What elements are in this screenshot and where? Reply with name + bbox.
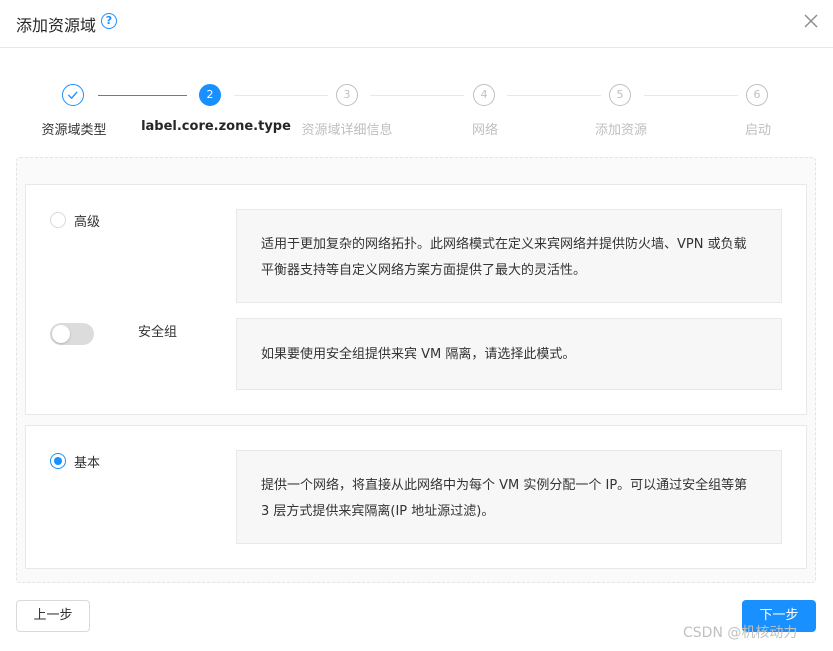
step-1-check-icon	[62, 84, 84, 106]
security-group-description-text: 如果要使用安全组提供来宾 VM 隔离，请选择此模式。	[261, 347, 576, 362]
step-2-label: label.core.zone.type	[141, 119, 291, 134]
dialog-title: 添加资源域	[16, 16, 97, 35]
advanced-description: 适用于更加复杂的网络拓扑。此网络模式在定义来宾网络并提供防火墙、VPN 或负载平…	[236, 209, 782, 303]
advanced-radio[interactable]	[50, 212, 66, 228]
advanced-label[interactable]: 高级	[74, 211, 100, 230]
step-connector	[644, 95, 738, 96]
previous-button[interactable]: 上一步	[16, 600, 90, 632]
security-group-description: 如果要使用安全组提供来宾 VM 隔离，请选择此模式。	[236, 318, 782, 390]
dialog-header: 添加资源域 ?	[0, 0, 833, 48]
step-3-circle: 3	[336, 84, 358, 106]
step-connector	[507, 95, 601, 96]
question-circle-icon[interactable]: ?	[101, 13, 117, 29]
step-connector	[370, 95, 464, 96]
step-5-circle: 5	[609, 84, 631, 106]
security-group-label: 安全组	[138, 325, 178, 340]
step-4-label: 网络	[471, 123, 499, 138]
basic-description: 提供一个网络，将直接从此网络中为每个 VM 实例分配一个 IP。可以通过安全组等…	[236, 450, 782, 544]
step-connector	[98, 95, 187, 96]
step-3-label: 资源域详细信息	[301, 123, 393, 138]
step-1-label: 资源域类型	[41, 123, 107, 138]
step-connector	[234, 95, 328, 96]
security-group-toggle[interactable]	[50, 323, 94, 345]
basic-description-text: 提供一个网络，将直接从此网络中为每个 VM 实例分配一个 IP。可以通过安全组等…	[261, 478, 748, 519]
advanced-description-text: 适用于更加复杂的网络拓扑。此网络模式在定义来宾网络并提供防火墙、VPN 或负载平…	[261, 237, 747, 278]
step-6-circle: 6	[746, 84, 768, 106]
step-2-circle: 2	[199, 84, 221, 106]
basic-label[interactable]: 基本	[74, 452, 100, 471]
close-icon[interactable]	[803, 13, 819, 29]
step-5-label: 添加资源	[594, 123, 648, 138]
step-6-label: 启动	[744, 123, 772, 138]
watermark: CSDN @机核动力	[683, 625, 798, 641]
basic-radio[interactable]	[50, 453, 66, 469]
step-4-circle: 4	[473, 84, 495, 106]
